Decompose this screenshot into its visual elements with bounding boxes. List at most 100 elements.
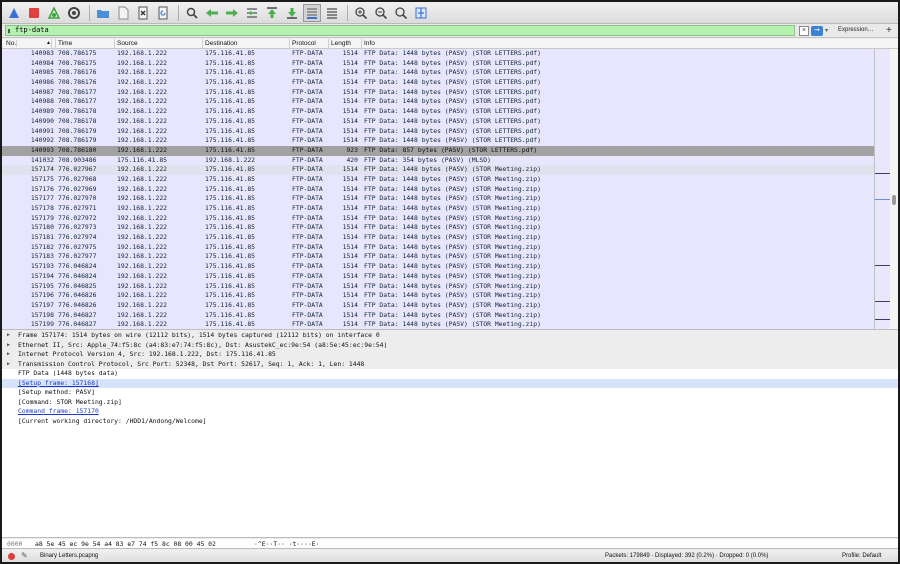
go-back-icon[interactable] [203, 4, 221, 22]
zoom-out-icon[interactable] [372, 4, 390, 22]
column-destination[interactable]: Destination [203, 39, 290, 49]
detail-row[interactable]: ▶ Frame 157174: 1514 bytes on wire (12112… [2, 331, 898, 341]
bookmark-icon[interactable]: ▮ [7, 27, 11, 35]
table-row[interactable]: 140992 708.786179 192.168.1.222 175.116.41.… [2, 136, 874, 146]
restart-capture-icon[interactable] [45, 4, 63, 22]
table-row[interactable]: 140989 708.786178 192.168.1.222 175.116.41.… [2, 107, 874, 117]
scrollbar-thumb[interactable] [892, 195, 896, 205]
display-filter-input[interactable]: ▮ ftp-data [5, 25, 795, 36]
packet-time: 776.027970 [58, 194, 97, 203]
table-row[interactable]: 157195 776.046825 192.168.1.222 175.116.41.… [2, 281, 874, 292]
table-row[interactable]: 140993 708.786180 192.168.1.222 175.116.41.… [2, 145, 874, 156]
expand-arrow-icon[interactable]: ▶ [7, 360, 10, 370]
open-folder-icon[interactable] [94, 4, 112, 22]
packet-destination: 175.116.41.85 [205, 78, 256, 87]
shark-fin-start-icon[interactable] [5, 4, 23, 22]
table-row[interactable]: 157196 776.046826 192.168.1.222 175.116.41.… [2, 291, 874, 301]
packet-protocol: FTP-DATA [292, 194, 323, 203]
save-file-icon[interactable] [114, 4, 132, 22]
expression-button[interactable]: Expression… [838, 27, 874, 33]
table-row[interactable]: 157177 776.027970 192.168.1.222 175.116.41.… [2, 194, 874, 204]
column-source[interactable]: Source [115, 39, 203, 49]
expert-info-icon[interactable] [8, 553, 15, 560]
apply-filter-icon[interactable]: ➞ [811, 26, 823, 36]
reload-file-icon[interactable] [154, 4, 172, 22]
bytes-hex[interactable]: a8 5e 45 ec 9e 54 a4 83 e7 74 f5 8c 08 0… [35, 539, 216, 549]
packet-destination: 175.116.41.85 [205, 320, 256, 329]
table-row[interactable]: 157175 776.027968 192.168.1.222 175.116.41.… [2, 174, 874, 185]
table-row[interactable]: 157180 776.027973 192.168.1.222 175.116.41.… [2, 223, 874, 234]
column-time[interactable]: Time [56, 39, 115, 49]
detail-row[interactable]: [Setup method: PASV] [2, 388, 898, 398]
table-row[interactable]: 140987 708.786177 192.168.1.222 175.116.41.… [2, 87, 874, 98]
find-packet-icon[interactable] [183, 4, 201, 22]
bytes-ascii[interactable]: ·^E··T·· ·t····E· [254, 539, 319, 549]
packet-minimap[interactable] [874, 49, 891, 329]
colorize-icon[interactable] [323, 4, 341, 22]
table-row[interactable]: 157181 776.027974 192.168.1.222 175.116.41.… [2, 233, 874, 243]
expand-arrow-icon[interactable]: ▶ [7, 331, 10, 341]
clear-filter-icon[interactable]: × [799, 26, 809, 36]
detail-row[interactable]: [Command: STOR Meeting.zip] [2, 398, 898, 408]
packet-time: 776.046826 [58, 300, 97, 309]
table-row[interactable]: 140984 708.786175 192.168.1.222 175.116.41.… [2, 58, 874, 69]
packet-destination: 175.116.41.85 [205, 233, 256, 242]
packet-length: 1514 [342, 320, 358, 329]
table-row[interactable]: 157176 776.027969 192.168.1.222 175.116.41.… [2, 184, 874, 195]
go-to-packet-icon[interactable] [243, 4, 261, 22]
column-info[interactable]: Info [362, 39, 898, 49]
expand-arrow-icon[interactable]: ▶ [7, 350, 10, 360]
stop-capture-icon[interactable] [25, 4, 43, 22]
detail-row[interactable]: FTP Data (1448 bytes data) [2, 369, 898, 379]
table-row[interactable]: 157179 776.027972 192.168.1.222 175.116.41.… [2, 213, 874, 224]
auto-scroll-icon[interactable] [303, 3, 321, 22]
table-row[interactable]: 140985 708.786176 192.168.1.222 175.116.41.… [2, 68, 874, 79]
capture-options-icon[interactable] [65, 4, 83, 22]
table-row[interactable]: 157174 776.027967 192.168.1.222 175.116.41.… [2, 165, 874, 175]
status-bar: ✎ Binary Letters.pcapng Packets: 179849 … [2, 550, 898, 562]
detail-link-row[interactable]: [Setup frame: 157168] [2, 378, 898, 388]
packet-info: FTP Data: 1448 bytes (PASV) (STOR Meetin… [364, 310, 541, 319]
detail-link-row[interactable]: Command frame: 157170 [2, 407, 898, 417]
table-row[interactable]: 157183 776.027977 192.168.1.222 175.116.41.… [2, 252, 874, 263]
table-row[interactable]: 140983 708.786175 192.168.1.222 175.116.41.… [2, 49, 874, 59]
detail-row[interactable]: ▶ Internet Protocol Version 4, Src: 192.1… [2, 350, 898, 360]
add-filter-button[interactable]: + [886, 24, 892, 38]
table-row[interactable]: 141032 708.903486 175.116.41.85 192.168.1.2… [2, 155, 874, 166]
close-file-icon[interactable] [134, 4, 152, 22]
zoom-in-icon[interactable] [352, 4, 370, 22]
table-row[interactable]: 140990 708.786178 192.168.1.222 175.116.41.… [2, 116, 874, 127]
packet-source: 192.168.1.222 [117, 262, 168, 271]
column-length[interactable]: Length [329, 39, 362, 49]
table-row[interactable]: 157193 776.046824 192.168.1.222 175.116.41.… [2, 262, 874, 272]
profile-label[interactable]: Profile: Default [842, 550, 881, 562]
table-row[interactable]: 157194 776.046824 192.168.1.222 175.116.41.… [2, 271, 874, 282]
filter-history-chevron-icon[interactable]: ▾ [825, 26, 833, 36]
resize-columns-icon[interactable] [412, 4, 430, 22]
table-row[interactable]: 157182 776.027975 192.168.1.222 175.116.41.… [2, 242, 874, 253]
table-row[interactable]: 157178 776.027971 192.168.1.222 175.116.41.… [2, 204, 874, 214]
expand-arrow-icon[interactable]: ▶ [7, 341, 10, 351]
packet-number: 157175 [30, 174, 54, 183]
go-last-packet-icon[interactable] [283, 4, 301, 22]
table-row[interactable]: 157199 776.046827 192.168.1.222 175.116.41.… [2, 320, 874, 329]
packet-source: 192.168.1.222 [117, 136, 168, 145]
table-row[interactable]: 140986 708.786176 192.168.1.222 175.116.41.… [2, 78, 874, 88]
packet-source: 192.168.1.222 [117, 58, 168, 67]
zoom-normal-icon[interactable] [392, 4, 410, 22]
detail-row[interactable]: ▶ Ethernet II, Src: Apple_74:f5:8c (a4:83… [2, 340, 898, 351]
detail-row[interactable]: [Current working directory: /HDD1/Andong… [2, 417, 898, 427]
table-row[interactable]: 140991 708.786179 192.168.1.222 175.116.41.… [2, 126, 874, 137]
table-row[interactable]: 140988 708.786177 192.168.1.222 175.116.41.… [2, 97, 874, 108]
capture-comment-icon[interactable]: ✎ [21, 550, 28, 562]
detail-row[interactable]: ▶ Transmission Control Protocol, Src Port… [2, 359, 898, 370]
table-row[interactable]: 157198 776.046827 192.168.1.222 175.116.41.… [2, 310, 874, 321]
go-first-packet-icon[interactable] [263, 4, 281, 22]
column-protocol[interactable]: Protocol [290, 39, 329, 49]
packet-protocol: FTP-DATA [292, 184, 323, 193]
go-forward-icon[interactable] [223, 4, 241, 22]
packet-list-scrollbar[interactable] [890, 49, 898, 329]
column-no[interactable]: No. ▲ [2, 39, 56, 49]
packet-protocol: FTP-DATA [292, 223, 323, 232]
table-row[interactable]: 157197 776.046826 192.168.1.222 175.116.41.… [2, 300, 874, 311]
